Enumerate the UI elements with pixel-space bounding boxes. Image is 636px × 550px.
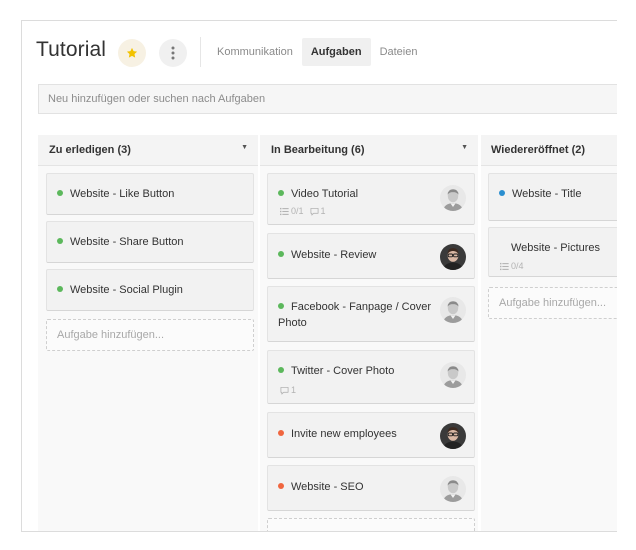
checklist-count: 0/4 (511, 261, 524, 271)
tab-kommunikation[interactable]: Kommunikation (208, 38, 302, 66)
task-meta: 0/4 (500, 261, 524, 271)
favorite-button[interactable] (118, 39, 146, 67)
task-title: Website - Share Button (70, 236, 184, 248)
add-task-button[interactable]: Aufgabe hinzufügen... (488, 287, 617, 319)
column-header: Zu erledigen (3) ▼ (38, 135, 258, 166)
task-card-website-pictures[interactable]: Website - Pictures 0/4 (488, 227, 617, 277)
status-dot (278, 303, 284, 309)
column-in-bearbeitung: In Bearbeitung (6) ▼ Video Tutorial 0/1 … (260, 135, 478, 531)
column-menu-caret-icon[interactable]: ▼ (461, 144, 468, 151)
checklist-icon (500, 262, 509, 271)
assignee-avatar[interactable] (440, 297, 466, 323)
task-card-website-review[interactable]: Website - Review (267, 233, 475, 279)
column-title: In Bearbeitung (6) (271, 144, 365, 156)
assignee-avatar[interactable] (440, 185, 466, 211)
checklist-icon (280, 207, 289, 216)
column-header: Wiedereröffnet (2) (481, 135, 617, 166)
project-header: Tutorial Kommunikation Aufgaben Dateien (22, 21, 617, 81)
column-title: Zu erledigen (3) (49, 144, 131, 156)
column-header: In Bearbeitung (6) ▼ (260, 135, 478, 166)
comment-icon (280, 386, 289, 395)
status-dot (57, 238, 63, 244)
comment-count: 1 (320, 206, 326, 216)
task-title: Facebook - Fanpage / Cover (291, 301, 432, 313)
checklist-count: 0/1 (291, 206, 304, 216)
status-dot (278, 367, 284, 373)
column-body: Video Tutorial 0/1 1 Website - Review Fa… (260, 166, 478, 531)
status-dot (278, 251, 284, 257)
more-vertical-icon (171, 46, 175, 60)
column-wiedereroeffnet: Wiedereröffnet (2) Website - Title Websi… (481, 135, 617, 531)
app-window: Tutorial Kommunikation Aufgaben Dateien … (21, 20, 617, 532)
task-search-input[interactable]: Neu hinzufügen oder suchen nach Aufgaben (38, 84, 617, 114)
task-card-twitter-cover[interactable]: Twitter - Cover Photo 1 (267, 350, 475, 404)
task-card-like-button[interactable]: Website - Like Button (46, 173, 254, 215)
task-card-website-title[interactable]: Website - Title (488, 173, 617, 221)
assignee-avatar[interactable] (440, 476, 466, 502)
status-dot (278, 483, 284, 489)
tab-dateien[interactable]: Dateien (371, 38, 427, 66)
status-dot (499, 190, 505, 196)
task-title: Twitter - Cover Photo (291, 365, 395, 377)
status-dot (57, 286, 63, 292)
page-title: Tutorial (36, 38, 107, 61)
task-card-video-tutorial[interactable]: Video Tutorial 0/1 1 (267, 173, 475, 225)
task-title: Website - Like Button (70, 188, 175, 200)
task-meta: 0/1 1 (280, 206, 326, 216)
project-tabs: Kommunikation Aufgaben Dateien (208, 38, 426, 66)
add-task-button-placeholder[interactable] (267, 518, 475, 531)
task-title-line-2: Photo (278, 317, 307, 329)
more-options-button[interactable] (159, 39, 187, 67)
comment-count: 1 (291, 385, 297, 395)
task-card-share-button[interactable]: Website - Share Button (46, 221, 254, 263)
task-title: Website - Review (291, 249, 377, 261)
task-card-facebook-fanpage[interactable]: Facebook - Fanpage / Cover Photo (267, 286, 475, 342)
task-title: Website - Social Plugin (70, 284, 183, 296)
task-meta: 1 (280, 385, 296, 395)
assignee-avatar[interactable] (440, 244, 466, 270)
task-title: Video Tutorial (291, 188, 359, 200)
task-card-website-seo[interactable]: Website - SEO (267, 465, 475, 511)
task-board: Zu erledigen (3) ▼ Website - Like Button… (38, 135, 617, 531)
column-zu-erledigen: Zu erledigen (3) ▼ Website - Like Button… (38, 135, 258, 531)
column-title: Wiedereröffnet (2) (491, 144, 586, 156)
assignee-avatar[interactable] (440, 362, 466, 388)
column-body: Website - Like Button Website - Share Bu… (38, 166, 258, 531)
task-card-invite-employees[interactable]: Invite new employees (267, 412, 475, 458)
header-divider (200, 37, 201, 67)
task-title: Invite new employees (291, 428, 397, 440)
assignee-avatar[interactable] (440, 423, 466, 449)
tab-aufgaben[interactable]: Aufgaben (301, 38, 371, 66)
column-body: Website - Title Website - Pictures 0/4 A… (481, 166, 617, 531)
task-card-social-plugin[interactable]: Website - Social Plugin (46, 269, 254, 311)
add-task-button[interactable]: Aufgabe hinzufügen... (46, 319, 254, 351)
column-menu-caret-icon[interactable]: ▼ (241, 144, 248, 151)
status-dot (57, 190, 63, 196)
task-title: Website - Pictures (511, 242, 601, 254)
status-dot (278, 430, 284, 436)
comment-icon (310, 207, 319, 216)
star-icon (126, 47, 138, 58)
task-title: Website - SEO (291, 481, 364, 493)
task-title: Website - Title (512, 188, 582, 200)
status-dot (278, 190, 284, 196)
